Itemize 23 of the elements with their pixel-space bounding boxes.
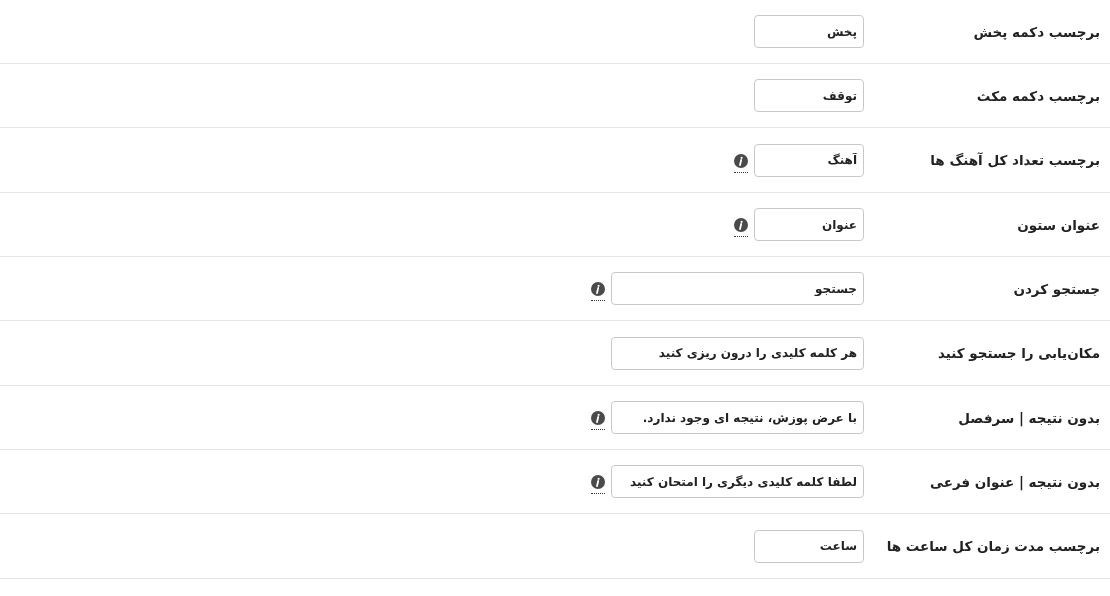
- info-icon[interactable]: [734, 218, 748, 237]
- text-field[interactable]: هر کلمه کلیدی را درون ریزی کنید: [611, 336, 864, 370]
- text-field[interactable]: ساعت: [754, 529, 864, 563]
- text-field[interactable]: آهنگ: [754, 143, 864, 177]
- field-label: بدون نتیجه | عنوان فرعی: [929, 473, 1100, 490]
- info-icon[interactable]: [591, 475, 605, 494]
- field-label: جستجو کردن: [1012, 280, 1100, 297]
- text-field[interactable]: توقف: [754, 79, 864, 112]
- field-label: عنوان ستون: [1016, 216, 1100, 233]
- text-field[interactable]: پخش: [754, 15, 864, 48]
- text-field[interactable]: با عرض پوزش، نتیجه ای وجود ندارد.: [611, 401, 864, 434]
- field-label: برچسب دکمه پخش: [972, 23, 1100, 40]
- text-field[interactable]: عنوان: [754, 208, 864, 241]
- text-field[interactable]: جستجو: [611, 272, 864, 305]
- info-icon[interactable]: [591, 282, 605, 301]
- field-label: برچسب دکمه مکث: [975, 87, 1100, 104]
- info-icon[interactable]: [591, 411, 605, 430]
- field-label: برچسب تعداد کل آهنگ ها: [929, 152, 1100, 168]
- text-field[interactable]: لطفا کلمه کلیدی دیگری را امتحان کنید: [611, 465, 864, 498]
- field-label: برچسب مدت زمان کل ساعت ها: [885, 538, 1100, 554]
- field-label: مکان‌یابی را جستجو کنید: [937, 345, 1100, 361]
- info-icon[interactable]: [734, 153, 748, 173]
- field-label: بدون نتیجه | سرفصل: [957, 409, 1100, 426]
